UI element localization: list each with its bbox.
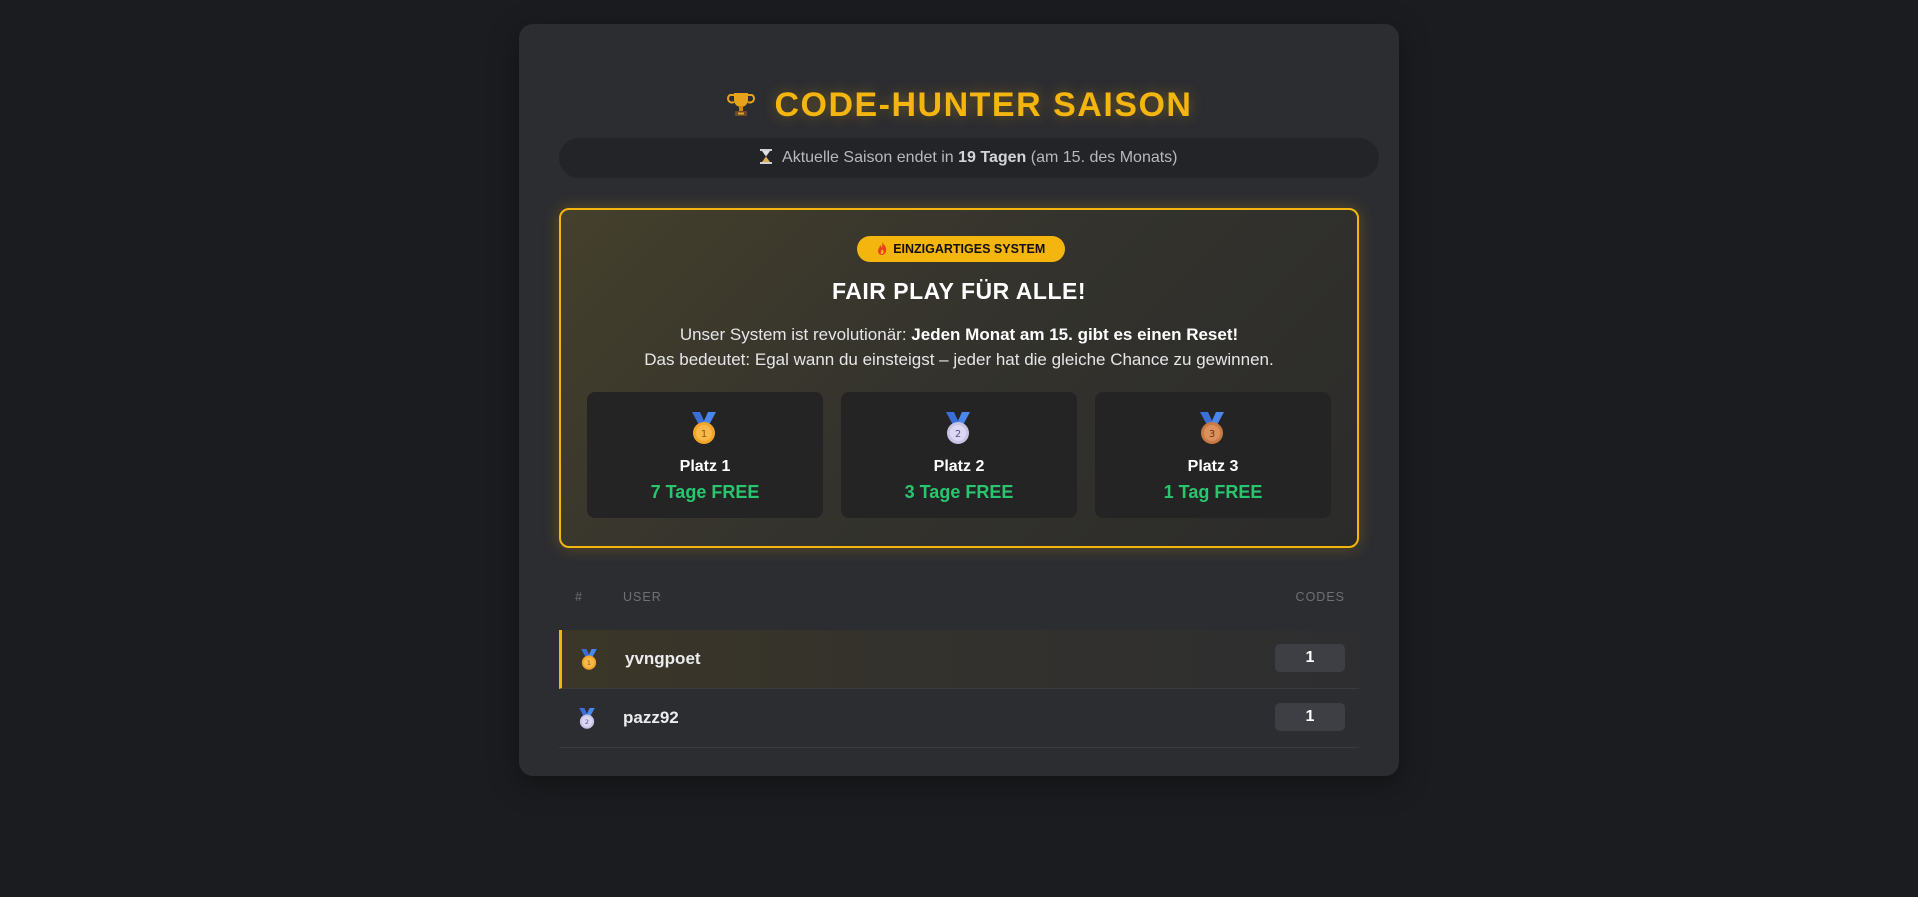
silver-medal-icon: 2	[943, 412, 973, 451]
promo-line2: Das bedeutet: Egal wann du einsteigst – …	[644, 350, 1274, 369]
prize-place: Platz 3	[1187, 458, 1239, 475]
silver-medal-icon: 2	[577, 708, 597, 735]
hourglass-icon	[760, 149, 782, 166]
svg-text:3: 3	[1209, 429, 1215, 440]
svg-text:2: 2	[585, 718, 589, 726]
leaderboard-table: # USER CODES 1 yvngpoet 1 2 pazz92 1	[559, 590, 1359, 748]
badge-label: EINZIGARTIGES SYSTEM	[893, 242, 1046, 256]
prize-card-2: 2 Platz 2 3 Tage FREE	[841, 392, 1077, 518]
season-countdown: Aktuelle Saison endet in 19 Tagen (am 15…	[559, 138, 1379, 178]
season-prefix: Aktuelle Saison endet in	[782, 149, 954, 166]
fair-play-panel: EINZIGARTIGES SYSTEM FAIR PLAY FÜR ALLE!…	[559, 208, 1359, 548]
prize-card-1: 1 Platz 1 7 Tage FREE	[587, 392, 823, 518]
column-rank: #	[575, 590, 583, 604]
promo-heading: FAIR PLAY FÜR ALLE!	[832, 278, 1086, 304]
svg-text:2: 2	[955, 429, 961, 440]
prize-place: Platz 2	[933, 458, 985, 475]
trophy-icon	[726, 86, 767, 124]
user-name[interactable]: pazz92	[623, 708, 679, 728]
codes-count: 1	[1275, 703, 1345, 731]
codes-count: 1	[1275, 644, 1345, 672]
bronze-medal-icon: 3	[1197, 412, 1227, 451]
prize-reward: 7 Tage FREE	[650, 482, 760, 502]
user-name[interactable]: yvngpoet	[625, 649, 701, 669]
prize-card-3: 3 Platz 3 1 Tag FREE	[1095, 392, 1331, 518]
table-row[interactable]: 1 yvngpoet 1	[559, 630, 1359, 689]
prize-place: Platz 1	[679, 458, 731, 475]
svg-text:1: 1	[701, 429, 707, 440]
season-suffix: (am 15. des Monats)	[1030, 149, 1178, 166]
column-user: USER	[623, 590, 662, 604]
promo-description: Unser System ist revolutionär: Jeden Mon…	[561, 322, 1357, 372]
prize-reward: 1 Tag FREE	[1163, 482, 1263, 502]
fire-icon	[877, 242, 893, 256]
season-card: CODE-HUNTER SAISON Aktuelle Saison endet…	[519, 24, 1399, 776]
gold-medal-icon: 1	[689, 412, 719, 451]
system-badge: EINZIGARTIGES SYSTEM	[857, 236, 1065, 262]
svg-text:1: 1	[587, 659, 591, 667]
leaderboard-header: # USER CODES	[559, 590, 1359, 630]
season-days: 19 Tagen	[958, 149, 1027, 166]
gold-medal-icon: 1	[579, 649, 599, 676]
column-codes: CODES	[1295, 590, 1345, 604]
prize-reward: 3 Tage FREE	[904, 482, 1014, 502]
page-title: CODE-HUNTER SAISON	[519, 86, 1399, 125]
promo-line1-bold: Jeden Monat am 15. gibt es einen Reset!	[911, 325, 1239, 344]
page-title-text: CODE-HUNTER SAISON	[774, 86, 1193, 124]
table-row[interactable]: 2 pazz92 1	[559, 689, 1359, 748]
promo-line1-prefix: Unser System ist revolutionär:	[679, 325, 907, 344]
